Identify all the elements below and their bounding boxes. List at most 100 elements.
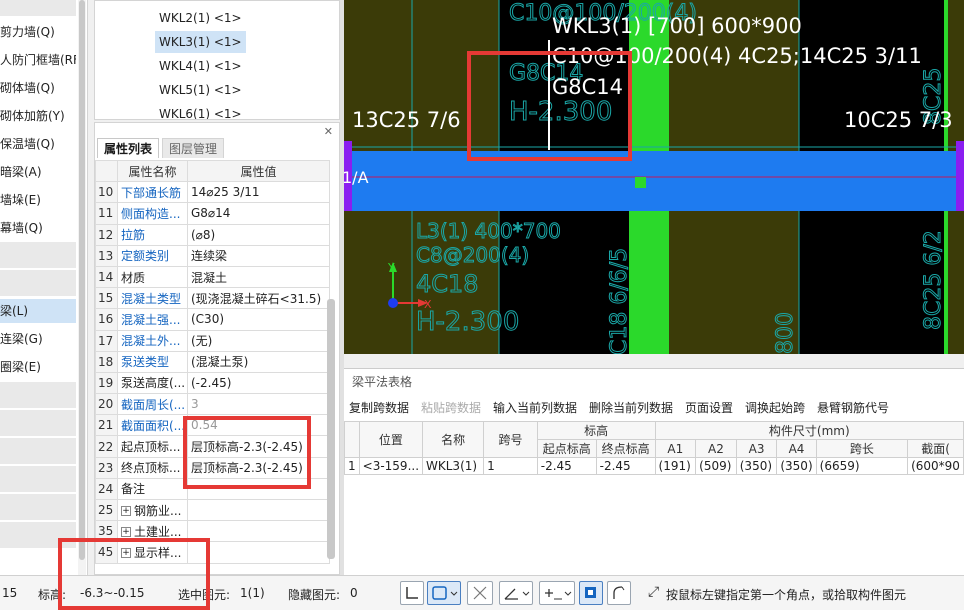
property-name: 泵送高度(...	[117, 371, 188, 395]
cross-select-button[interactable]	[467, 581, 493, 605]
cell-span-length[interactable]: (6659)	[815, 457, 909, 475]
property-row[interactable]: 13 定额类别 连续梁	[95, 244, 330, 267]
property-row[interactable]: 10 下部通长筋 14⌀25 3/11	[95, 181, 330, 204]
expand-icon[interactable]: +	[121, 506, 131, 517]
property-value[interactable]: (现浇混凝土碎石<31.5)	[187, 287, 330, 310]
cell-a4[interactable]: (350)	[776, 457, 817, 475]
cell-span[interactable]: 1	[483, 457, 538, 475]
nav-item-masonry-wall[interactable]: 砌体墙(Q)	[0, 76, 76, 100]
nav-item-hidden-beam[interactable]: 暗梁(A)	[0, 160, 76, 184]
paste-span-data-button[interactable]: 粘贴跨数据	[421, 399, 481, 416]
header-a4[interactable]: A4	[776, 439, 817, 458]
angle-dropdown[interactable]	[499, 581, 533, 605]
property-row[interactable]: 17 混凝土外... (无)	[95, 329, 330, 352]
cell-section[interactable]: (600*90	[907, 457, 964, 475]
header-a2[interactable]: A2	[695, 439, 737, 458]
properties-scrollbar[interactable]	[327, 299, 335, 559]
property-row[interactable]: 25 + 钢筋业...	[95, 498, 330, 522]
swap-start-span-button[interactable]: 调换起始跨	[745, 399, 805, 416]
property-row[interactable]: 16 混凝土强... (C30)	[95, 308, 330, 331]
nav-item-coupling-beam[interactable]: 连梁(G)	[0, 327, 76, 351]
expand-icon[interactable]: +	[121, 527, 131, 538]
tab-property-list[interactable]: 属性列表	[97, 138, 160, 158]
nav-group-header[interactable]	[0, 410, 76, 436]
header-position[interactable]: 位置	[358, 421, 424, 458]
nav-group-header[interactable]	[0, 438, 76, 464]
list-item-selected[interactable]: WKL3(1) <1>	[155, 31, 246, 53]
property-row[interactable]: 14 材质 混凝土	[95, 265, 330, 289]
header-span[interactable]: 跨号	[483, 421, 538, 458]
nav-item-civil-defense-door-wall[interactable]: 人防门框墙(RF	[0, 48, 76, 72]
input-column-data-button[interactable]: 输入当前列数据	[493, 399, 577, 416]
property-value[interactable]: G8⌀14	[187, 202, 330, 225]
header-section[interactable]: 截面(	[907, 439, 964, 458]
nav-item-ring-beam[interactable]: 圈梁(E)	[0, 355, 76, 379]
selected-count-value: 1(1)	[240, 586, 265, 600]
page-setup-button[interactable]: 页面设置	[685, 399, 733, 416]
property-value[interactable]: 14⌀25 3/11	[187, 181, 330, 204]
property-row[interactable]: 15 混凝土类型 (现浇混凝土碎石<31.5)	[95, 287, 330, 310]
property-value[interactable]: (无)	[187, 329, 330, 352]
list-item[interactable]: WKL5(1) <1>	[155, 79, 246, 101]
header-end-elevation[interactable]: 终点标高	[595, 439, 656, 458]
property-row[interactable]: 18 泵送类型 (混凝土泵)	[95, 350, 330, 373]
display-toggle-button[interactable]	[579, 581, 603, 605]
snap-dropdown[interactable]	[539, 581, 575, 605]
nav-item-shear-wall[interactable]: 剪力墙(Q)	[0, 20, 76, 44]
property-value[interactable]: (混凝土泵)	[187, 350, 330, 373]
delete-column-data-button[interactable]: 删除当前列数据	[589, 399, 673, 416]
beam-annotation-name: WKL3(1) [700] 600*900	[552, 14, 802, 38]
header-a3[interactable]: A3	[735, 439, 778, 458]
drawing-canvas[interactable]: C10@100/200(4) G8C14 H-2.300 L3(1) 400*7…	[344, 0, 964, 354]
nav-item-wall-pier[interactable]: 墙垛(E)	[0, 188, 76, 212]
close-icon[interactable]: ✕	[324, 125, 333, 138]
header-name[interactable]: 名称	[422, 421, 485, 458]
cell-position[interactable]: <3-159...	[358, 457, 424, 475]
cell-a3[interactable]: (350)	[735, 457, 778, 475]
property-row[interactable]: 20 截面周长(... 3	[95, 393, 330, 416]
list-item[interactable]: WKL6(1) <1>	[155, 103, 246, 119]
property-row[interactable]: 12 拉筋 (⌀8)	[95, 223, 330, 246]
nav-group-header[interactable]	[0, 382, 76, 408]
header-start-elevation[interactable]: 起点标高	[536, 439, 597, 458]
property-value[interactable]: 连续梁	[187, 244, 330, 267]
selection-mode-dropdown[interactable]	[427, 581, 461, 605]
list-item[interactable]: WKL4(1) <1>	[155, 55, 246, 77]
arc-mode-button[interactable]	[607, 581, 631, 605]
header-span-length[interactable]: 跨长	[815, 439, 909, 458]
property-value[interactable]	[187, 498, 330, 522]
command-hint: 按鼠标左键指定第一个角点，或拾取构件图元	[666, 588, 907, 602]
tab-layer-management[interactable]: 图层管理	[162, 138, 225, 158]
property-value[interactable]: (-2.45)	[187, 371, 330, 395]
cantilever-rebar-code-button[interactable]: 悬臂钢筋代号	[817, 399, 889, 416]
nav-group-header[interactable]	[0, 466, 76, 492]
nav-group-header[interactable]	[0, 494, 76, 520]
property-name: 混凝土类型	[117, 287, 188, 310]
list-item[interactable]: WKL2(1) <1>	[155, 7, 246, 29]
property-value[interactable]: 3	[187, 393, 330, 416]
nav-group-header[interactable]	[0, 242, 76, 268]
left-nav-scrollbar[interactable]	[78, 0, 86, 575]
cell-name[interactable]: WKL3(1)	[422, 457, 485, 475]
property-value[interactable]: 混凝土	[187, 265, 330, 289]
property-row[interactable]: 19 泵送高度(... (-2.45)	[95, 371, 330, 395]
nav-item-curtain-wall[interactable]: 幕墙(Q)	[0, 216, 76, 240]
nav-item-beam[interactable]: 梁(L)	[0, 299, 76, 323]
table-row[interactable]: 1 <3-159... WKL3(1) 1 -2.45 -2.45 (191) …	[344, 457, 964, 475]
property-value[interactable]: (C30)	[187, 308, 330, 331]
nav-item-insulation-wall[interactable]: 保温墙(Q)	[0, 132, 76, 156]
property-value[interactable]: (⌀8)	[187, 223, 330, 246]
copy-span-data-button[interactable]: 复制跨数据	[349, 399, 409, 416]
row-number: 18	[95, 350, 118, 373]
cell-a2[interactable]: (509)	[695, 457, 737, 475]
cell-start-elevation[interactable]: -2.45	[536, 457, 597, 475]
nav-group-header[interactable]	[0, 270, 76, 296]
property-row[interactable]: 11 侧面构造... G8⌀14	[95, 202, 330, 225]
nav-item-masonry-reinforcement[interactable]: 砌体加筋(Y)	[0, 104, 76, 128]
header-a1[interactable]: A1	[654, 439, 697, 458]
cad-drawing[interactable]: C10@100/200(4) G8C14 H-2.300 L3(1) 400*7…	[344, 0, 964, 354]
cell-a1[interactable]: (191)	[654, 457, 697, 475]
ortho-toggle-button[interactable]	[400, 581, 424, 605]
nav-item-top-partial[interactable]	[0, 0, 76, 16]
cell-end-elevation[interactable]: -2.45	[595, 457, 656, 475]
